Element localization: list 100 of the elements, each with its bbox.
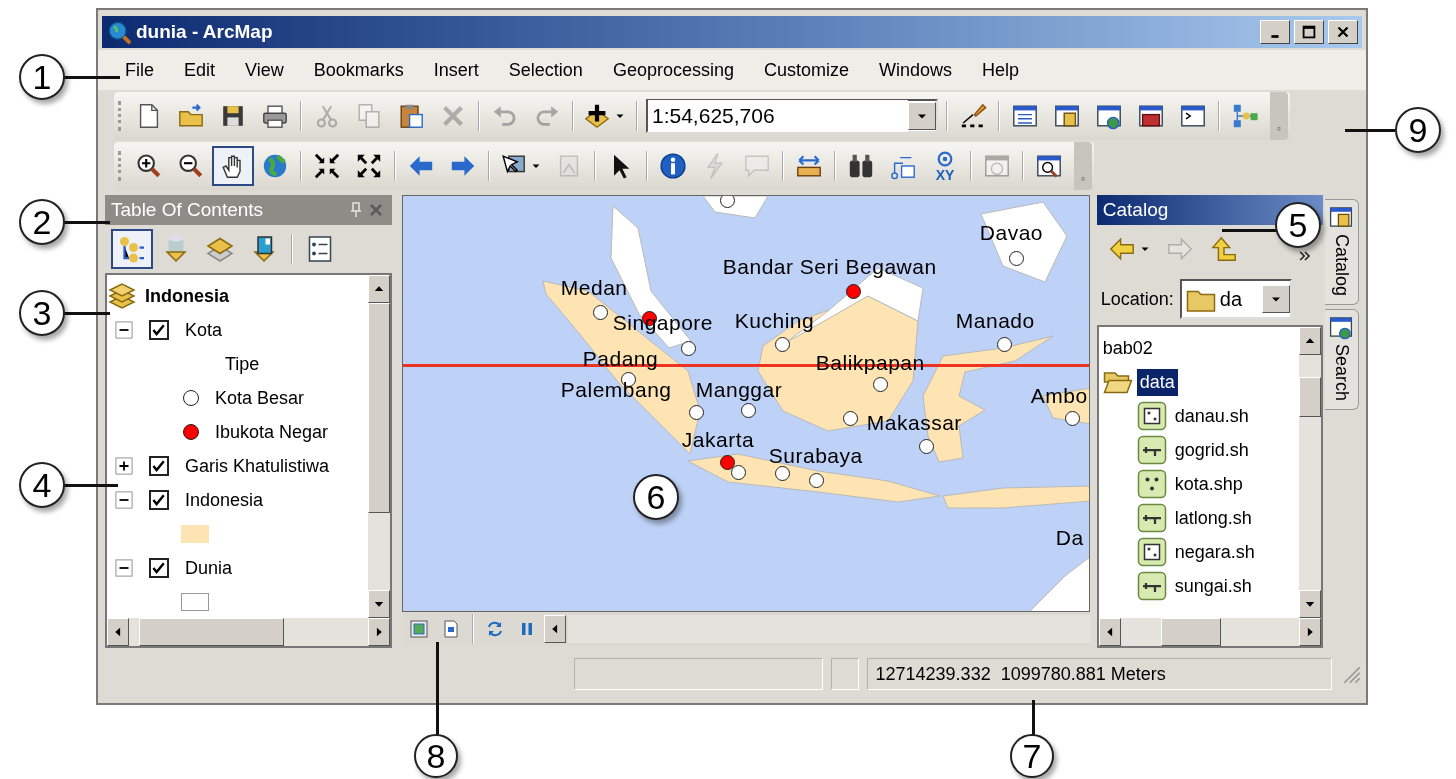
scroll-thumb[interactable] — [1298, 377, 1321, 417]
city-label: Surabaya — [768, 444, 863, 468]
shapefile-name[interactable]: danau.sh — [1174, 402, 1249, 430]
polygon-file-icon — [1136, 537, 1167, 567]
location-field[interactable]: da — [1179, 279, 1292, 319]
scroll-left-button[interactable] — [107, 618, 129, 646]
collapse-icon[interactable] — [115, 559, 133, 577]
horizontal-scrollbar[interactable] — [567, 615, 1090, 643]
globe-window-icon[interactable] — [1328, 314, 1355, 341]
layout-view-icon[interactable] — [408, 619, 429, 639]
shapefile-name[interactable]: negara.sh — [1174, 538, 1255, 566]
menu-item[interactable]: Windows — [864, 56, 967, 84]
cabinet-window-icon[interactable] — [1328, 204, 1355, 230]
check-icon — [151, 322, 167, 338]
folder-icon[interactable] — [177, 102, 205, 130]
target-button[interactable]: XY — [924, 146, 966, 186]
shapefile-name[interactable]: kota.shp — [1174, 470, 1243, 498]
checkbox[interactable] — [149, 320, 169, 340]
collapse-icon[interactable] — [115, 321, 133, 339]
leader-line — [64, 221, 110, 224]
left-arrow-icon[interactable] — [1107, 235, 1136, 263]
leader-line — [1222, 229, 1278, 232]
inward-arrows-icon[interactable] — [313, 152, 341, 180]
pencil-line-icon[interactable] — [959, 102, 987, 130]
vertical-scrollbar[interactable] — [367, 275, 390, 618]
scroll-left-button[interactable] — [1098, 618, 1121, 646]
legend-label: Kota Besar — [215, 386, 305, 410]
maximize-icon[interactable] — [1300, 23, 1318, 41]
scale-field[interactable]: 1:54,625,706 — [646, 99, 938, 133]
menu-item[interactable]: Edit — [169, 56, 231, 84]
shapefile-name[interactable]: gogrid.sh — [1174, 436, 1249, 464]
zoom-in-icon[interactable] — [135, 152, 163, 180]
panel-title: Catalog — [1102, 197, 1169, 222]
city-label: Palembang — [560, 378, 672, 402]
tree-item[interactable]: Indonesia — [145, 282, 229, 310]
close-button[interactable] — [1328, 20, 1358, 44]
dropdown-button[interactable] — [908, 102, 936, 130]
scroll-thumb[interactable] — [1160, 618, 1221, 646]
coordinates-readout: 12714239.332 1099780.881 Meters — [866, 658, 1333, 690]
line-file-icon — [1136, 503, 1167, 533]
side-tab[interactable]: Search — [1324, 309, 1359, 411]
layer-name[interactable]: Kota — [185, 316, 223, 344]
maximize-button[interactable] — [1294, 20, 1324, 44]
layer-name[interactable]: Dunia — [185, 554, 233, 582]
diagram-icon[interactable] — [1231, 102, 1259, 130]
leader-line — [64, 76, 120, 79]
scroll-up-button[interactable] — [367, 275, 390, 303]
up-arrow-icon[interactable] — [1209, 235, 1238, 263]
menu-item[interactable]: Insert — [418, 56, 494, 84]
scroll-down-button[interactable] — [367, 590, 390, 618]
checkbox[interactable] — [149, 490, 169, 510]
add-data-icon[interactable] — [583, 102, 611, 130]
hand-button[interactable] — [212, 146, 254, 186]
city-label: Manggar — [695, 378, 783, 402]
binoculars-icon[interactable] — [847, 152, 875, 180]
horizontal-scrollbar[interactable] — [1098, 618, 1321, 646]
vertical-scrollbar[interactable] — [1298, 327, 1321, 618]
scroll-down-button[interactable] — [1298, 590, 1321, 618]
checkbox[interactable] — [149, 456, 169, 476]
layer-name[interactable]: Garis Khatulistiwa — [185, 452, 330, 480]
scroll-thumb[interactable] — [139, 618, 284, 646]
callout-marker: 7 — [1010, 734, 1054, 778]
layer-stack-icon — [107, 281, 137, 311]
side-tab[interactable]: Catalog — [1324, 199, 1359, 306]
tree-item[interactable]: bab02 — [1102, 334, 1153, 362]
check-icon — [151, 458, 167, 474]
minimize-button[interactable] — [1260, 20, 1290, 44]
globe-icon[interactable] — [261, 152, 289, 180]
shapefile-name[interactable]: latlong.sh — [1174, 504, 1252, 532]
menu-item[interactable]: Selection — [493, 56, 598, 84]
layer-tree-button[interactable] — [111, 229, 153, 269]
expand-icon[interactable] — [115, 457, 133, 475]
target-icon[interactable] — [936, 150, 954, 168]
layer-tree-icon[interactable] — [117, 234, 147, 264]
dropdown-button[interactable] — [1261, 285, 1290, 313]
menu-item[interactable]: Help — [967, 56, 1035, 84]
scroll-right-button[interactable] — [367, 618, 390, 646]
layer-name[interactable]: Indonesia — [185, 486, 264, 514]
city-label: Singapore — [612, 311, 714, 335]
outward-arrows-icon[interactable] — [355, 152, 383, 180]
info-icon[interactable] — [659, 152, 687, 180]
callout-marker: 4 — [19, 462, 65, 508]
zoom-out-icon[interactable] — [177, 152, 205, 180]
menu-item[interactable]: View — [230, 56, 299, 84]
menu-item[interactable]: File — [110, 56, 169, 84]
menu-item[interactable]: Customize — [748, 56, 864, 84]
shapefile-name[interactable]: sungai.sh — [1174, 572, 1252, 600]
check-icon — [151, 492, 167, 508]
checkbox[interactable] — [149, 558, 169, 578]
collapse-icon[interactable] — [115, 491, 133, 509]
menu-item[interactable]: Bookmarks — [298, 56, 419, 84]
scroll-left-button[interactable] — [543, 615, 566, 643]
tree-item[interactable]: data — [1136, 368, 1178, 396]
callout-marker: 2 — [19, 199, 65, 245]
horizontal-scrollbar[interactable] — [107, 618, 390, 646]
scroll-up-button[interactable] — [1298, 327, 1321, 355]
scroll-thumb[interactable] — [367, 303, 390, 513]
menu-item[interactable]: Geoprocessing — [597, 56, 749, 84]
legend-heading: Tipe — [225, 352, 260, 376]
scroll-right-button[interactable] — [1298, 618, 1321, 646]
